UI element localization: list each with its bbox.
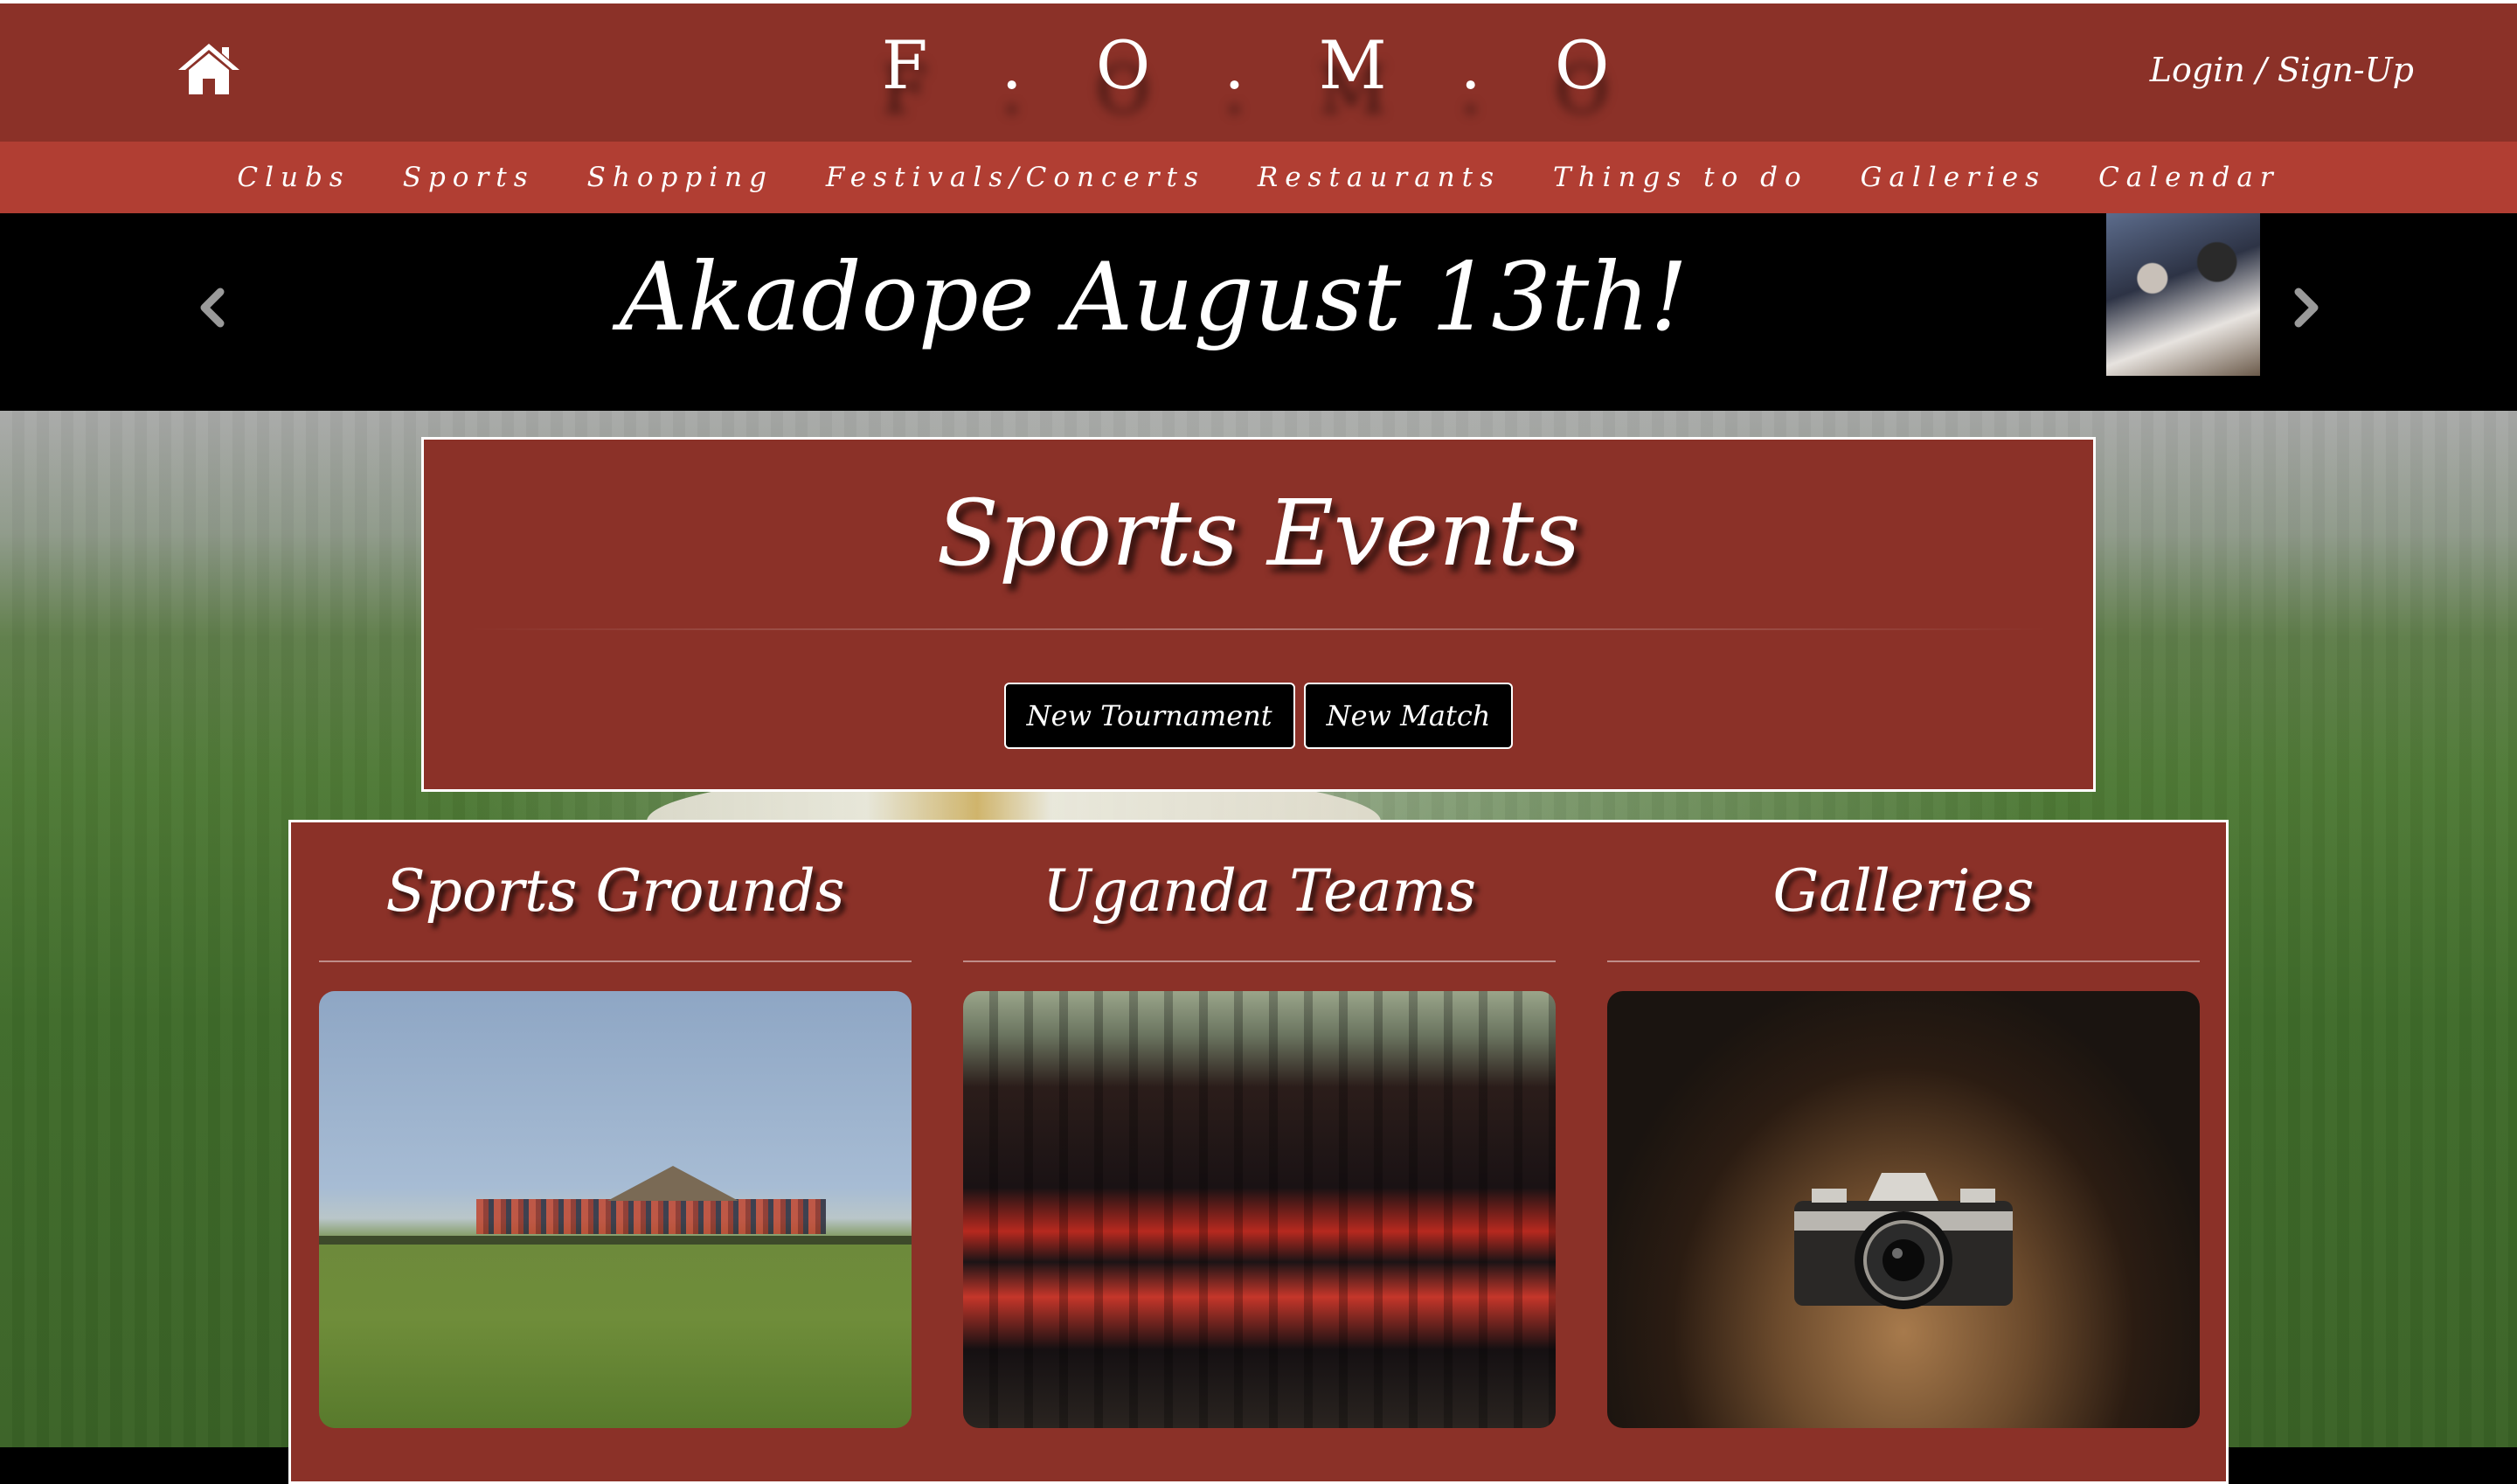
page-title: Sports Events (936, 480, 1581, 586)
new-tournament-button[interactable]: New Tournament (1003, 683, 1295, 749)
events-actions: New Tournament New Match (424, 683, 2093, 749)
category-title[interactable]: Galleries (1607, 857, 2200, 925)
main-nav: Clubs Sports Shopping Festivals/Concerts… (0, 142, 2517, 213)
nav-item-sports[interactable]: Sports (403, 162, 535, 193)
nav-item-galleries[interactable]: Galleries (1861, 162, 2046, 193)
nav-item-clubs[interactable]: Clubs (237, 162, 350, 193)
nav-item-things-to-do[interactable]: Things to do (1553, 162, 1808, 193)
sports-grounds-image[interactable] (319, 991, 912, 1428)
login-signup-link[interactable]: Login / Sign-Up (2150, 51, 2414, 89)
category-title[interactable]: Sports Grounds (319, 857, 912, 925)
sports-events-panel: Sports Events New Tournament New Match (421, 437, 2096, 792)
header-bar: F . O . M . O Login / Sign-Up (0, 0, 2517, 142)
galleries-image[interactable] (1607, 991, 2200, 1428)
divider (468, 628, 2049, 630)
categories-panel: Sports Grounds Uganda Teams Galleries (288, 820, 2229, 1484)
nav-item-restaurants[interactable]: Restaurants (1258, 162, 1501, 193)
divider (319, 960, 912, 962)
site-brand[interactable]: F . O . M . O (0, 26, 2517, 104)
nav-item-festivals-concerts[interactable]: Festivals/Concerts (826, 162, 1205, 193)
camera-icon (1785, 1157, 2021, 1323)
category-title[interactable]: Uganda Teams (963, 857, 1556, 925)
chevron-right-icon[interactable] (2290, 281, 2325, 334)
uganda-teams-image[interactable] (963, 991, 1556, 1428)
nav-item-shopping[interactable]: Shopping (587, 162, 773, 193)
event-carousel: Akadope August 13th! (0, 213, 2517, 411)
divider (963, 960, 1556, 962)
carousel-caption[interactable]: Akadope August 13th! (542, 246, 1765, 350)
nav-item-calendar[interactable]: Calendar (2098, 162, 2280, 193)
carousel-thumbnail-image[interactable] (2106, 213, 2260, 376)
chevron-left-icon[interactable] (194, 281, 229, 334)
new-match-button[interactable]: New Match (1303, 683, 1514, 749)
divider (1607, 960, 2200, 962)
